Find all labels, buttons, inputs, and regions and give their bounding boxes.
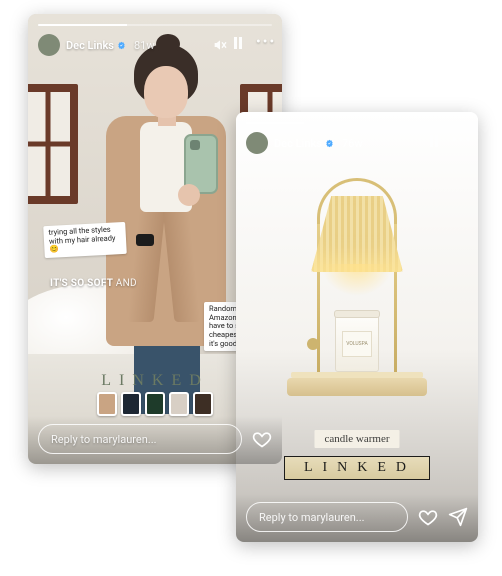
swatch-brown[interactable] <box>193 392 213 416</box>
swatch-tan[interactable] <box>97 392 117 416</box>
story-age: 76w <box>342 137 363 150</box>
candle-brand: VOLUSPA <box>342 331 372 357</box>
avatar[interactable] <box>246 132 268 154</box>
caption-soft-bold: IT'S SO SOFT <box>50 278 113 289</box>
story-age: 81w <box>134 39 155 52</box>
more-icon[interactable]: ••• <box>452 135 468 151</box>
verified-badge-icon <box>325 139 334 148</box>
progress-bar <box>38 24 272 26</box>
story1-footer: Reply to marylauren... <box>28 416 282 464</box>
linked-label[interactable]: LINKED <box>101 372 209 390</box>
swatch-cream[interactable] <box>169 392 189 416</box>
caption-soft-light: AND <box>116 278 137 289</box>
reply-placeholder: Reply to marylauren... <box>259 511 365 524</box>
reply-input[interactable]: Reply to marylauren... <box>38 424 242 454</box>
tag-candle-warmer[interactable]: candle warmer <box>314 430 399 448</box>
swatch-green[interactable] <box>145 392 165 416</box>
username[interactable]: Dec Links <box>274 137 334 150</box>
sticker-trying: trying all the styles with my hair alrea… <box>43 222 127 258</box>
story1-header: Dec Links 81w ••• <box>28 14 282 56</box>
share-icon[interactable] <box>448 507 468 527</box>
story2-footer: Reply to marylauren... <box>236 494 478 542</box>
story2-header: Dec Links 76w ••• <box>236 112 478 154</box>
linked-label[interactable]: LINKED <box>284 456 430 480</box>
username[interactable]: Dec Links <box>66 39 126 52</box>
reply-placeholder: Reply to marylauren... <box>51 433 157 446</box>
progress-bar <box>246 122 468 124</box>
more-icon[interactable]: ••• <box>256 37 272 53</box>
caption-soft: IT'S SO SOFT AND <box>50 278 137 289</box>
mute-icon[interactable] <box>212 37 228 53</box>
username-text: Dec Links <box>66 39 114 52</box>
username-text: Dec Links <box>274 137 322 150</box>
pause-icon[interactable] <box>430 135 446 151</box>
pause-icon[interactable] <box>234 37 250 53</box>
reply-input[interactable]: Reply to marylauren... <box>246 502 408 532</box>
swatch-navy[interactable] <box>121 392 141 416</box>
heart-icon[interactable] <box>418 507 438 527</box>
heart-icon[interactable] <box>252 429 272 449</box>
product-swatches[interactable] <box>97 392 213 416</box>
story-card-2: VOLUSPA candle warmer LINKED Dec Links 7… <box>236 112 478 542</box>
story2-image: VOLUSPA <box>277 166 437 396</box>
verified-badge-icon <box>117 41 126 50</box>
avatar[interactable] <box>38 34 60 56</box>
